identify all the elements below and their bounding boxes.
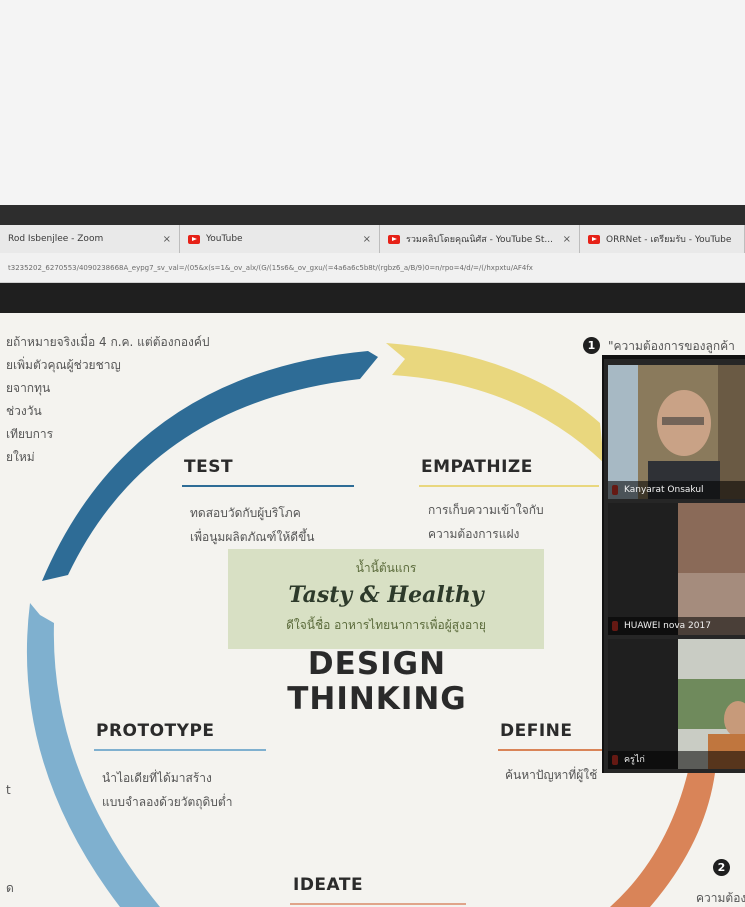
left-text-line: ช่วงวัน — [6, 404, 42, 418]
step-badge-2: 2 — [713, 859, 730, 876]
prototype-desc-line: แบบจำลองด้วยวัตถุดิบต่ำ — [102, 795, 233, 809]
left-text-line: เทียบการ — [6, 427, 54, 441]
participant-name: HUAWEI nova 2017 — [608, 617, 745, 635]
step-badge-1: 1 — [583, 337, 600, 354]
participant-name: Kanyarat Onsakul — [608, 481, 745, 499]
youtube-icon — [188, 234, 200, 244]
zoom-gallery-panel: Kanyarat Onsakul HUAWEI nova 2017 ครูไก่ — [602, 355, 745, 773]
browser-tab-youtube-orrnet[interactable]: ORRNet - เตรียมรับ - YouTube — [580, 225, 745, 253]
define-arc — [610, 763, 715, 907]
participant-2-photo — [608, 503, 745, 635]
define-description: ค้นหาปัญหาที่ผู้ใช้ — [505, 768, 598, 782]
test-desc-line: เพื่อนูมผลิตภัณฑ์ให้ดีขึ้น — [190, 530, 315, 544]
define-underline — [498, 749, 602, 751]
prototype-arc — [26, 603, 160, 907]
second-note: ความต้อง — [696, 891, 745, 905]
tab-label: ORRNet - เตรียมรับ - YouTube — [606, 235, 732, 245]
browser-tab-bar: Rod Isbenjlee - Zoom × YouTube × รวมคลิป… — [0, 225, 745, 253]
prototype-description: นำไอเดียที่ได้มาสร้าง แบบจำลองด้วยวัตถุด… — [102, 766, 232, 814]
tab-label: รวมคลิปโดยคุณนิศัส - YouTube St... — [406, 235, 554, 245]
ideate-underline — [290, 903, 466, 905]
test-underline — [182, 485, 354, 487]
participant-1-photo — [608, 365, 745, 499]
browser-tab-youtube-studio[interactable]: รวมคลิปโดยคุณนิศัส - YouTube St... × — [380, 225, 580, 253]
phase-prototype: PROTOTYPE — [96, 721, 215, 741]
empathize-desc-line: ความต้องการแฝง — [428, 527, 520, 541]
tab-label: YouTube — [206, 234, 243, 244]
prototype-desc-line: นำไอเดียที่ได้มาสร้าง — [102, 771, 212, 785]
left-text-line: ยถ้าหมายจริงเมื่อ 4 ก.ค. แต่ต้องกองค์ป — [6, 335, 210, 349]
empathize-description: การเก็บความเข้าใจกับ ความต้องการแฝง — [428, 498, 544, 546]
title-line-2: THINKING — [287, 681, 467, 717]
tasty-healthy-banner: น้ำนี้ต้นแกร Tasty & Healthy ดีใจนี้ชื่อ… — [228, 549, 544, 649]
prototype-underline — [94, 749, 266, 751]
left-cut-text: ยถ้าหมายจริงเมื่อ 4 ก.ค. แต่ต้องกองค์ป ย… — [6, 331, 210, 469]
tasty-subtitle: น้ำนี้ต้นแกร — [355, 561, 417, 575]
window-frame-bar — [0, 205, 745, 225]
blank-top-area — [0, 0, 745, 205]
empathize-underline — [419, 485, 599, 487]
participant-name: ครูไก่ — [608, 751, 745, 769]
test-description: ทดสอบวัดกับผู้บริโภค เพื่อนูมผลิตภัณฑ์ให… — [190, 501, 314, 549]
browser-tab-zoom[interactable]: Rod Isbenjlee - Zoom × — [0, 225, 180, 253]
empathize-desc-line: การเก็บความเข้าใจกับ — [428, 503, 544, 517]
customer-need-note: "ความต้องการของลูกค้า — [608, 339, 735, 353]
left-edge-char: t — [6, 783, 11, 797]
close-icon[interactable]: × — [563, 234, 571, 245]
left-text-line: ยจากทุน — [6, 381, 51, 395]
phase-empathize: EMPATHIZE — [421, 457, 533, 477]
empathize-arc — [386, 343, 604, 463]
phase-define: DEFINE — [500, 721, 573, 741]
phase-test: TEST — [184, 457, 234, 477]
left-text-line: ยเพิ่มตัวคุณผู้ช่วยชาญ — [6, 358, 121, 372]
left-edge-char: ด — [6, 881, 14, 895]
viewer-toolbar — [0, 283, 745, 313]
design-thinking-title: DESIGN THINKING — [262, 647, 492, 717]
test-desc-line: ทดสอบวัดกับผู้บริโภค — [190, 506, 301, 520]
close-icon[interactable]: × — [363, 234, 371, 245]
participant-video-3[interactable]: ครูไก่ — [608, 639, 745, 769]
participant-video-1[interactable]: Kanyarat Onsakul — [608, 365, 745, 499]
tab-label: Rod Isbenjlee - Zoom — [8, 234, 104, 244]
participant-3-photo — [608, 639, 745, 769]
tasty-title: Tasty & Healthy — [288, 582, 484, 608]
title-line-1: DESIGN — [307, 646, 447, 682]
participant-video-2[interactable]: HUAWEI nova 2017 — [608, 503, 745, 635]
youtube-icon — [588, 234, 600, 244]
phase-ideate: IDEATE — [293, 875, 364, 895]
tasty-tagline: ดีใจนี้ชื่อ อาหารไทยนาการเพื่อผู้สูงอายุ — [286, 618, 486, 632]
address-bar[interactable]: t3235202_6270553/4090238668A_eypg7_sv_va… — [0, 253, 745, 283]
youtube-icon — [388, 234, 400, 244]
browser-tab-youtube[interactable]: YouTube × — [180, 225, 380, 253]
close-icon[interactable]: × — [163, 234, 171, 245]
left-text-line: ยใหม่ — [6, 450, 35, 464]
